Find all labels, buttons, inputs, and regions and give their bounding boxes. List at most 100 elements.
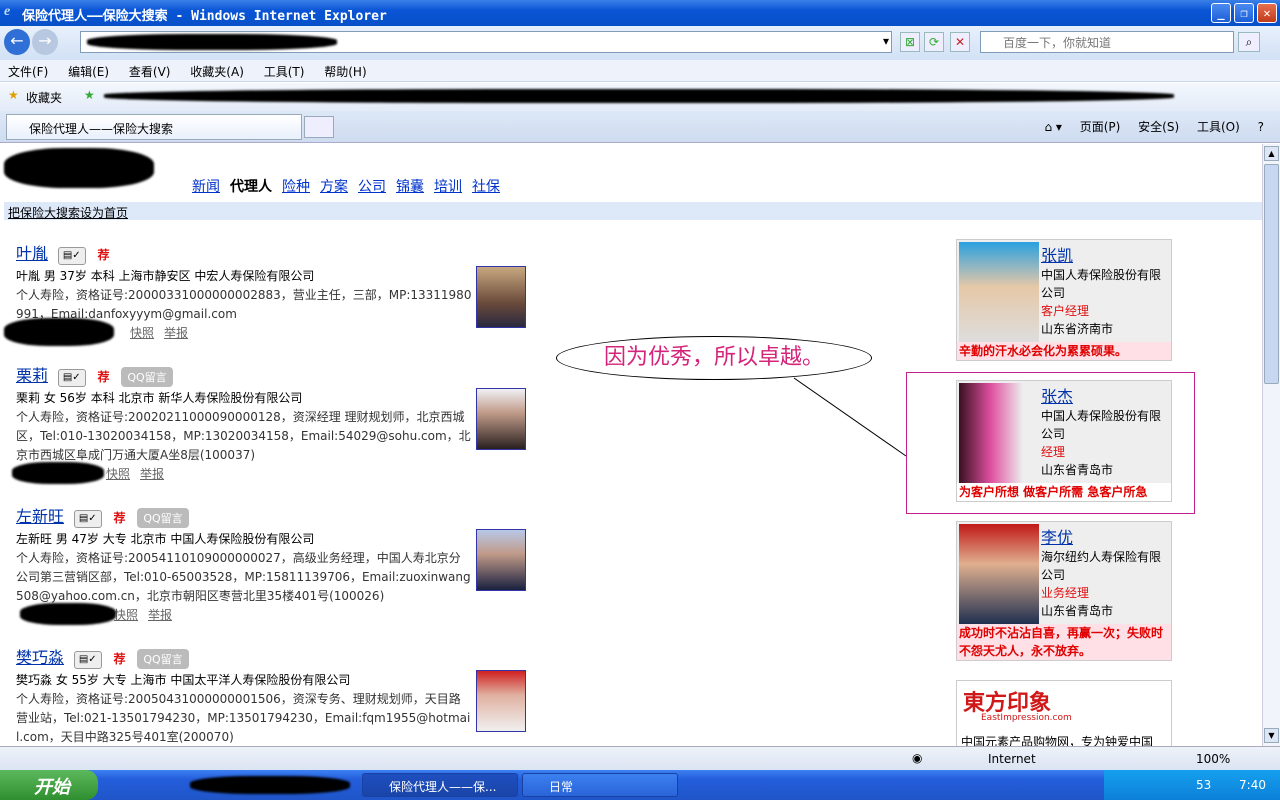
agent-name-link[interactable]: 左新旺 [16,503,64,526]
id-card-icon[interactable]: ▤✓ [73,650,102,669]
agent-summary: 栗莉 女 56岁 本科 北京市 新华人寿保险股份有限公司 [16,391,303,405]
start-button[interactable]: 开始 [0,770,98,800]
compat-icon[interactable]: ⊠ [900,32,920,52]
nav-companies[interactable]: 公司 [358,179,386,195]
card-slogan: 辛勤的汗水必会化为累累硕果。 [957,342,1171,360]
refresh-icon[interactable]: ⟳ [924,32,944,52]
privacy-icon[interactable]: ◉ [912,751,922,765]
card-photo [959,383,1039,483]
scroll-down-icon[interactable]: ▼ [1264,728,1279,743]
url-input[interactable]: ▾ [80,31,892,53]
tab-current[interactable]: 保险代理人——保险大搜索 [6,114,302,140]
maximize-button[interactable]: ❐ [1234,3,1254,23]
snapshot-link[interactable]: 快照 [130,326,154,340]
card-role: 经理 [1041,445,1066,459]
card-name-link[interactable]: 张杰 [1041,383,1073,407]
nav-news[interactable]: 新闻 [192,179,220,195]
agent-detail: 个人寿险，资格证号:20054110109000000027，高级业务经理，中国… [16,551,471,603]
callout-pointer [793,377,907,457]
scroll-thumb[interactable] [1264,164,1279,384]
menu-bar: 文件(F) 编辑(E) 查看(V) 收藏夹(A) 工具(T) 帮助(H) [0,60,1280,82]
tray-number: 53 [1196,778,1212,792]
card-photo [959,524,1039,624]
page-menu[interactable]: 页面(P) [1080,120,1121,134]
help-icon[interactable]: ? [1258,120,1264,134]
task-folder[interactable]: 日常 [522,773,678,797]
menu-edit[interactable]: 编辑(E) [60,60,117,80]
qq-message-button[interactable]: QQ留言 [121,367,173,387]
ad-text: 中国元素产品购物网，专为钟爱中国 [961,735,1154,746]
nav-products[interactable]: 险种 [282,179,310,195]
page-content: 新闻 代理人 险种 方案 公司 锦囊 培训 社保 把保险大搜索设为首页 叶胤 ▤✓ 荐 叶胤 … [0,144,1262,746]
recommended-agent-card[interactable]: 张杰 中国人寿保险股份有限公司 经理 山东省青岛市 为客户所想 做客户所需 急客… [956,380,1172,502]
id-card-icon[interactable]: ▤✓ [73,509,102,528]
set-home-link[interactable]: 把保险大搜索设为首页 [8,206,128,220]
new-tab-button[interactable] [304,116,334,138]
close-button[interactable]: ✕ [1257,3,1277,23]
callout-bubble: 因为优秀，所以卓越。 [556,336,872,380]
agent-photo [476,388,526,450]
favorites-button[interactable]: 收藏夹 [26,89,62,106]
minimize-button[interactable]: _ [1211,3,1231,23]
zoom-level[interactable]: 100% [1196,752,1230,766]
agent-name-link[interactable]: 樊巧淼 [16,644,64,667]
ad-url: EastImpression.com [981,713,1072,723]
home-icon[interactable]: ⌂ ▾ [1044,120,1061,134]
window-title: 保险代理人——保险大搜索 - Windows Internet Explorer [22,9,387,24]
advertisement[interactable]: 東方印象 EastImpression.com 中国元素产品购物网，专为钟爱中国 [956,680,1172,746]
report-link[interactable]: 举报 [148,608,172,622]
vertical-scrollbar[interactable]: ▲ ▼ [1262,144,1280,746]
tab-bar: 保险代理人——保险大搜索 ⌂ ▾ 页面(P) 安全(S) 工具(O) ? [0,111,1280,143]
address-bar-row: ← → ▾ ⊠ ⟳ ✕ 百度一下，你就知道 ⌕ [0,26,1280,60]
search-input[interactable]: 百度一下，你就知道 [980,31,1234,53]
agent-summary: 叶胤 男 37岁 本科 上海市静安区 中宏人寿保险有限公司 [16,268,315,283]
card-name-link[interactable]: 李优 [1041,524,1073,548]
report-link[interactable]: 举报 [164,326,188,340]
redacted-favorites [104,89,1174,103]
nav-agents[interactable]: 代理人 [230,179,272,195]
stop-icon[interactable]: ✕ [950,32,970,52]
snapshot-link[interactable]: 快照 [106,467,130,481]
nav-plans[interactable]: 方案 [320,179,348,195]
add-favorite-icon[interactable]: ★ [84,88,95,102]
snapshot-link[interactable]: 快照 [114,608,138,622]
menu-tools[interactable]: 工具(T) [256,60,313,80]
recommended-agent-card[interactable]: 李优 海尔纽约人寿保险有限公司 业务经理 山东省青岛市 成功时不沾沾自喜，再赢一… [956,521,1172,661]
set-home-bar: 把保险大搜索设为首页 [4,202,1262,220]
report-link[interactable]: 举报 [140,467,164,481]
menu-file[interactable]: 文件(F) [0,60,56,80]
nav-tips[interactable]: 锦囊 [396,179,424,195]
card-city: 山东省济南市 [1041,322,1114,336]
menu-favorites[interactable]: 收藏夹(A) [182,60,252,80]
chevron-down-icon[interactable]: ▾ [883,34,889,48]
card-name-link[interactable]: 张凯 [1041,242,1073,266]
tools-menu[interactable]: 工具(O) [1197,120,1240,134]
status-bar: ◉ Internet 100% [0,746,1280,770]
agent-name-link[interactable]: 栗莉 [16,362,48,385]
security-zone: Internet [988,752,1036,766]
id-card-icon[interactable]: ▤✓ [57,368,86,387]
card-slogan: 成功时不沾沾自喜，再赢一次；失败时不怨天尤人，永不放弃。 [957,624,1171,660]
card-company: 中国人寿保险股份有限公司 [1041,409,1162,441]
qq-message-button[interactable]: QQ留言 [137,508,189,528]
menu-help[interactable]: 帮助(H) [316,60,374,80]
favorites-bar: ★ 收藏夹 ★ [0,83,1280,111]
menu-view[interactable]: 查看(V) [121,60,179,80]
card-slogan: 为客户所想 做客户所需 急客户所急 [957,483,1171,501]
safety-menu[interactable]: 安全(S) [1138,120,1179,134]
agent-name-link[interactable]: 叶胤 [16,240,48,263]
agent-photo [476,529,526,591]
forward-button[interactable]: → [32,29,58,55]
system-tray: 53 7:40 [1104,770,1280,800]
search-icon[interactable]: ⌕ [1238,32,1260,52]
qq-message-button[interactable]: QQ留言 [137,649,189,669]
nav-training[interactable]: 培训 [434,179,462,195]
task-ie[interactable]: 保险代理人——保... [362,773,518,797]
recommended-agent-card[interactable]: 张凯 中国人寿保险股份有限公司 客户经理 山东省济南市 辛勤的汗水必会化为累累硕… [956,239,1172,361]
card-photo [959,242,1039,342]
scroll-up-icon[interactable]: ▲ [1264,146,1279,161]
back-button[interactable]: ← [4,29,30,55]
ie-icon: e [4,4,11,19]
nav-social-security[interactable]: 社保 [472,179,500,195]
id-card-icon[interactable]: ▤✓ [57,246,86,265]
